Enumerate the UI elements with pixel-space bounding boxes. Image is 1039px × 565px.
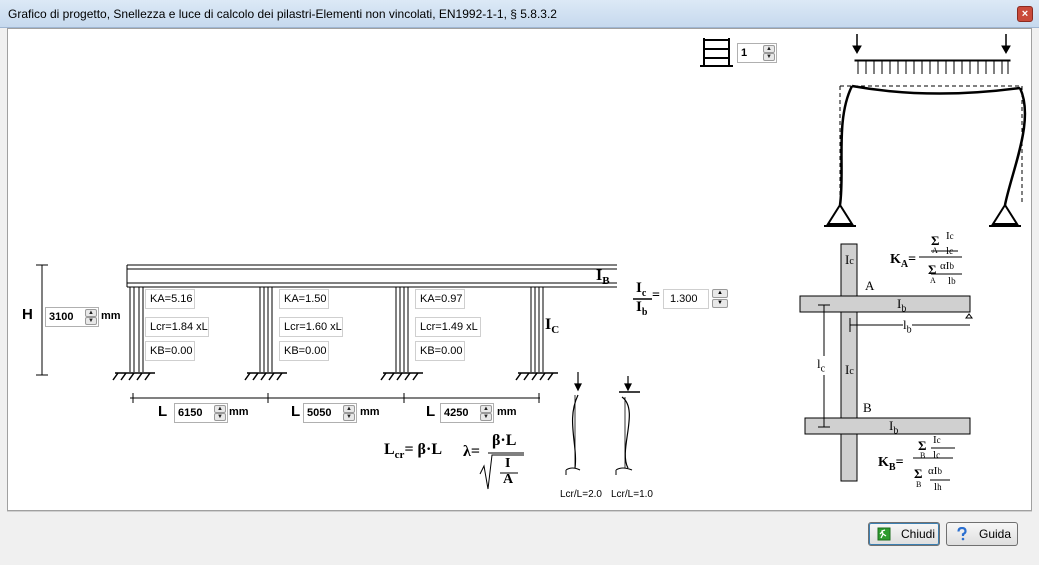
span-3-input[interactable] bbox=[444, 406, 478, 420]
stiff-ic-mid: Ic bbox=[845, 362, 854, 377]
lambda-symbol: λ= bbox=[463, 443, 480, 460]
ratio-numerator: Ic bbox=[636, 280, 647, 299]
floors-icon bbox=[700, 38, 733, 67]
column-1-lcr: Lcr=1.84 xL bbox=[145, 317, 209, 337]
floors-down-arrow[interactable]: ▼ bbox=[763, 53, 775, 61]
column-2-kb: KB=0.00 bbox=[279, 341, 329, 361]
stiff-node-b: B bbox=[863, 400, 872, 415]
span-2-up-arrow[interactable]: ▲ bbox=[343, 405, 355, 413]
kb-sigma-bottom-sub: B bbox=[916, 480, 922, 489]
column-2-lcr: Lcr=1.60 xL bbox=[279, 317, 343, 337]
span-1-spinner[interactable]: ▲ ▼ bbox=[174, 403, 228, 423]
height-spinner[interactable]: ▲ ▼ bbox=[45, 307, 99, 327]
lambda-a: A bbox=[503, 472, 514, 487]
column-3-kb: KB=0.00 bbox=[415, 341, 465, 361]
floors-input[interactable] bbox=[741, 46, 761, 60]
ratio-denominator: Ib bbox=[636, 299, 648, 318]
height-label: H bbox=[22, 306, 33, 323]
span-2-input[interactable] bbox=[307, 406, 341, 420]
ratio-up-arrow[interactable]: ▲ bbox=[712, 289, 728, 298]
help-button-label: Guida bbox=[979, 527, 1012, 541]
lambda-i: I bbox=[505, 456, 511, 471]
kb-sigma-top-sub: B bbox=[920, 451, 926, 460]
buckling-sketches bbox=[565, 372, 640, 475]
frame-diagram bbox=[36, 34, 1027, 490]
ka-ic-den: lc bbox=[946, 245, 954, 257]
ratio-down-arrow[interactable]: ▼ bbox=[712, 299, 728, 308]
floors-spinner[interactable]: ▲ ▼ bbox=[737, 43, 777, 63]
span-2-down-arrow[interactable]: ▼ bbox=[343, 413, 355, 421]
span-2-label: L bbox=[291, 403, 301, 420]
kb-alpha-ib: αIb bbox=[928, 465, 942, 477]
stiff-node-a: A bbox=[865, 278, 875, 293]
stiff-ic-top: Ic bbox=[845, 252, 854, 267]
span-3-down-arrow[interactable]: ▼ bbox=[480, 413, 492, 421]
stiff-ib-top: Ib bbox=[897, 296, 907, 315]
close-button[interactable]: Chiudi bbox=[868, 522, 940, 546]
stiff-lb: lb bbox=[903, 317, 912, 336]
help-icon bbox=[957, 527, 967, 541]
kb-lh: lh bbox=[934, 481, 942, 493]
ratio-equals: = bbox=[652, 288, 660, 303]
ratio-input[interactable]: 1.300 bbox=[663, 289, 709, 309]
span-1-unit: mm bbox=[229, 406, 249, 418]
close-button-label: Chiudi bbox=[901, 527, 936, 541]
buckling-caption-2: Lcr/L=1.0 bbox=[611, 489, 653, 500]
height-input[interactable] bbox=[49, 310, 83, 324]
exit-icon bbox=[877, 527, 891, 541]
buckling-caption-1: Lcr/L=2.0 bbox=[560, 489, 602, 500]
floors-up-arrow[interactable]: ▲ bbox=[763, 45, 775, 53]
span-3-label: L bbox=[426, 403, 436, 420]
kb-label: KB= bbox=[878, 455, 904, 473]
column-1-kb: KB=0.00 bbox=[145, 341, 195, 361]
span-2-unit: mm bbox=[360, 406, 380, 418]
column-inertia-label: IC bbox=[545, 316, 560, 337]
ka-ic-num: Ic bbox=[946, 230, 954, 242]
span-1-up-arrow[interactable]: ▲ bbox=[214, 405, 226, 413]
ka-sigma-top-sub: A bbox=[932, 246, 938, 255]
ka-alpha-ib: αIb bbox=[940, 260, 954, 272]
ka-lb: lb bbox=[948, 275, 956, 287]
span-1-input[interactable] bbox=[178, 406, 212, 420]
height-down-arrow[interactable]: ▼ bbox=[85, 317, 97, 325]
span-3-unit: mm bbox=[497, 406, 517, 418]
height-unit: mm bbox=[101, 310, 121, 322]
kb-ic-den: lc bbox=[933, 449, 941, 461]
column-1-ka: KA=5.16 bbox=[145, 289, 195, 309]
lcr-formula: Lcr= β·L bbox=[384, 441, 442, 462]
help-button[interactable]: Guida bbox=[946, 522, 1018, 546]
span-2-spinner[interactable]: ▲ ▼ bbox=[303, 403, 357, 423]
stiff-ib-bottom: Ib bbox=[889, 418, 899, 437]
stiffness-diagram bbox=[799, 243, 973, 482]
span-1-down-arrow[interactable]: ▼ bbox=[214, 413, 226, 421]
span-1-label: L bbox=[158, 403, 168, 420]
ka-sigma-bottom-sub: A bbox=[930, 276, 936, 285]
stiff-lc: lc bbox=[817, 356, 826, 375]
kb-ic-num: Ic bbox=[933, 434, 941, 446]
sway-frame-illustration bbox=[824, 34, 1027, 227]
column-3-lcr: Lcr=1.49 xL bbox=[415, 317, 481, 337]
fixed-supports bbox=[112, 372, 558, 381]
beam-inertia-label: IB bbox=[596, 267, 610, 288]
lambda-numerator: β·L bbox=[492, 432, 517, 449]
column-2-ka: KA=1.50 bbox=[279, 289, 329, 309]
column-3-ka: KA=0.97 bbox=[415, 289, 465, 309]
height-up-arrow[interactable]: ▲ bbox=[85, 309, 97, 317]
ka-label: KA= bbox=[890, 252, 917, 270]
span-3-up-arrow[interactable]: ▲ bbox=[480, 405, 492, 413]
span-3-spinner[interactable]: ▲ ▼ bbox=[440, 403, 494, 423]
